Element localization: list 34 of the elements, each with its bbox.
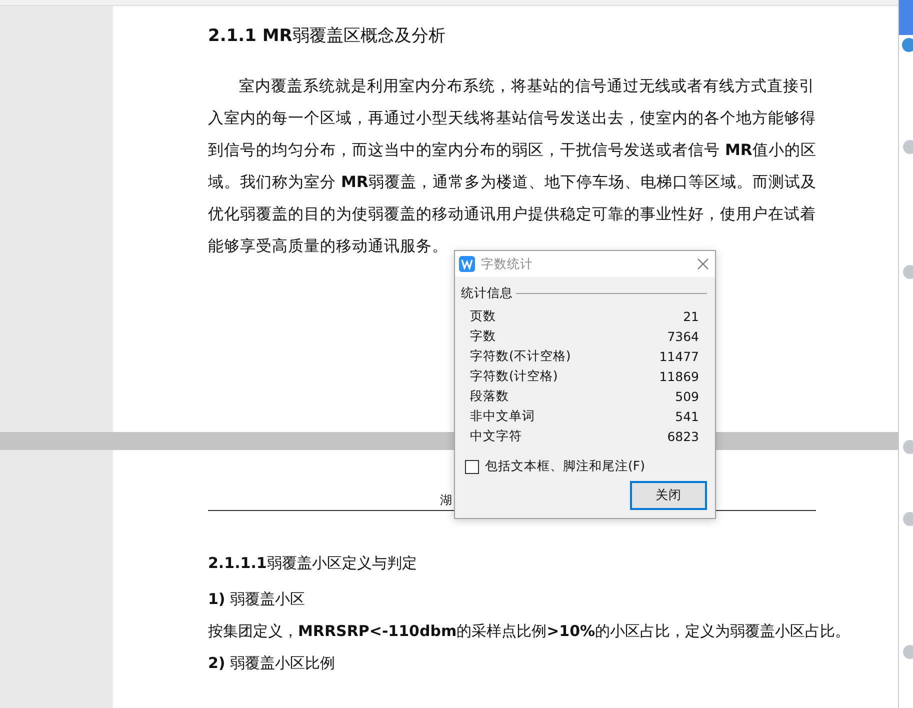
group-label: 统计信息	[461, 285, 513, 302]
section-heading: 2.1.1 MR弱覆盖区概念及分析	[208, 25, 446, 48]
stat-label: 字符数(计空格)	[470, 368, 558, 384]
checkbox-label[interactable]: 包括文本框、脚注和尾注(F)	[485, 458, 645, 475]
dialog-title: 字数统计	[481, 256, 534, 272]
checkbox[interactable]	[465, 460, 479, 474]
page-header-text: 湖	[440, 493, 452, 507]
stat-value: 11869	[659, 368, 699, 384]
stat-value: 11477	[659, 348, 699, 364]
stat-value: 21	[683, 308, 699, 324]
close-button[interactable]: 关闭	[630, 481, 707, 510]
panel-header	[899, 0, 913, 35]
body-paragraph: 室内覆盖系统就是利用室内分布系统，将基站的信号通过无线或者有线方式直接引 入室内的每一个区域，再通过小型天线将基站信号发送出去，使室内的各个地方能够得 到信号的均匀分布，而这当中的室内分布的弱区，干扰信号发送或者信号 MR值小的区 域。我们称为室分 MR弱覆盖，通常多为楼道、地下停车场、电梯口等区域。而测试及 优化弱覆盖的目的为使弱覆盖的移动通讯用户提供稳定可靠的事业性好，使用户在试着 能够享受高质量的移动通讯服务。	[208, 76, 818, 257]
stat-value: 7364	[667, 328, 699, 344]
circle-icon[interactable]	[903, 512, 913, 526]
stat-value: 6823	[667, 428, 699, 444]
circle-icon[interactable]	[903, 265, 913, 279]
close-icon[interactable]	[697, 258, 709, 270]
stat-label: 页数	[470, 308, 496, 324]
circle-icon[interactable]	[903, 440, 913, 454]
stat-label: 字数	[470, 328, 496, 344]
circle-icon[interactable]	[903, 645, 913, 659]
stat-label: 段落数	[470, 388, 509, 404]
list-item-text: 2) 弱覆盖小区比例	[208, 653, 336, 673]
subsection-heading: 2.1.1.1弱覆盖小区定义与判定	[208, 553, 418, 573]
list-item-text: 1) 弱覆盖小区	[208, 589, 306, 609]
stat-value: 541	[675, 408, 699, 424]
stat-label: 中文字符	[470, 428, 522, 444]
app-logo-icon	[459, 256, 475, 272]
stat-label: 非中文单词	[470, 408, 535, 424]
body-text: 按集团定义，MRRSRP<-110dbm的采样点比例>10%的小区占比，定义为弱覆盖小区占比。	[208, 621, 852, 641]
circle-icon[interactable]	[903, 140, 913, 154]
stat-value: 509	[675, 388, 699, 404]
stat-label: 字符数(不计空格)	[470, 348, 571, 364]
